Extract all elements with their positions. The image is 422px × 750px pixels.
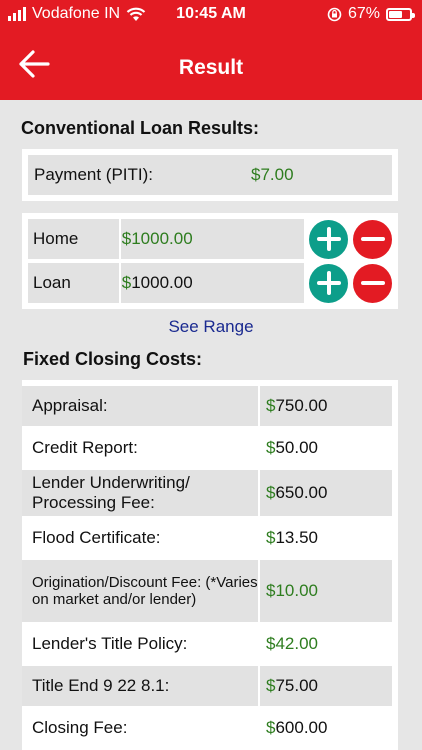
home-value-field: $1000.00 <box>120 219 305 259</box>
cost-row-lender-underwriting: Lender Underwriting/ Processing Fee: $65… <box>22 470 398 516</box>
cost-row-lender-title-policy: Lender's Title Policy: $42.00 <box>22 624 398 664</box>
plus-icon <box>316 271 341 295</box>
battery-icon <box>386 7 415 21</box>
dollar-sign: $ <box>266 528 276 547</box>
cost-row-closing-fee: Closing Fee: $600.00 <box>22 708 398 748</box>
loan-adjuster-row: Loan $1000.00 <box>28 263 392 303</box>
cost-amount: 42.00 <box>275 634 319 653</box>
dollar-sign: $ <box>121 229 132 248</box>
dollar-sign: $ <box>266 438 276 457</box>
cost-row-credit-report: Credit Report: $50.00 <box>22 428 398 468</box>
results-title: Conventional Loan Results: <box>21 118 260 138</box>
dollar-sign: $ <box>266 396 276 415</box>
see-range-link[interactable]: See Range <box>0 317 422 337</box>
cost-amount: 650.00 <box>275 483 328 502</box>
dollar-sign: $ <box>266 676 276 695</box>
dollar-sign: $ <box>266 483 276 502</box>
payment-row: Payment (PITI): $7.00 <box>28 155 392 195</box>
cost-amount: 13.50 <box>275 528 319 547</box>
payment-label: Payment (PITI): <box>34 165 154 184</box>
home-adjuster-row: Home $1000.00 <box>28 219 392 259</box>
battery-percent: 67% <box>347 5 380 22</box>
cost-value: $600.00 <box>260 708 392 748</box>
cost-row-flood-certificate: Flood Certificate: $13.50 <box>22 518 398 558</box>
cost-amount: 75.00 <box>275 676 319 695</box>
cost-value: $650.00 <box>260 470 392 516</box>
fixed-costs-card: Appraisal: $750.00 Credit Report: $50.00… <box>22 380 398 750</box>
cost-value: $75.00 <box>260 666 392 706</box>
home-label: Home <box>28 219 119 259</box>
minus-icon <box>360 281 385 285</box>
status-right: 67% <box>327 5 415 23</box>
cost-amount-full: $42.00 <box>266 634 319 653</box>
cost-amount: 50.00 <box>275 438 319 457</box>
home-value: 1000.00 <box>131 229 193 248</box>
cost-row-title-end: Title End 9 22 8.1: $75.00 <box>22 666 398 706</box>
cost-amount: 750.00 <box>275 396 328 415</box>
cost-label: Closing Fee: <box>32 718 128 738</box>
status-bar: Vodafone IN 10:45 AM 67% <box>0 0 422 30</box>
cost-value: $42.00 <box>260 624 392 664</box>
cost-value: $750.00 <box>260 386 392 426</box>
loan-value: 1000.00 <box>131 273 193 292</box>
rotation-lock-icon <box>327 7 342 21</box>
cost-value: $50.00 <box>260 428 392 468</box>
cost-amount-full: $10.00 <box>266 581 319 600</box>
fixed-costs-title: Fixed Closing Costs: <box>23 349 203 369</box>
nav-bar: Result <box>0 30 422 100</box>
cost-value: $13.50 <box>260 518 392 558</box>
minus-icon <box>360 237 385 241</box>
dollar-sign: $ <box>266 718 276 737</box>
page-title: Result <box>178 56 244 79</box>
cost-row-origination-fee: Origination/Discount Fee: (*Varies on ma… <box>22 560 398 622</box>
cost-label: Lender Underwriting/ Processing Fee: <box>22 470 258 516</box>
loan-label: Loan <box>28 263 119 303</box>
loan-decrease-button[interactable] <box>353 263 392 303</box>
payment-card: Payment (PITI): $7.00 <box>22 149 398 201</box>
cost-value: $10.00 <box>260 560 392 622</box>
cost-amount: 600.00 <box>275 718 328 737</box>
loan-value-field: $1000.00 <box>120 263 305 303</box>
cost-label: Lender's Title Policy: <box>32 634 188 654</box>
cost-row-appraisal: Appraisal: $750.00 <box>22 386 398 426</box>
adjuster-card: Home $1000.00 Loan $1000.00 <box>22 213 398 309</box>
home-increase-button[interactable] <box>309 219 349 259</box>
cost-label: Title End 9 22 8.1: <box>22 666 258 706</box>
cost-label: Flood Certificate: <box>32 528 161 548</box>
cost-label: Appraisal: <box>22 386 258 426</box>
cost-label: Credit Report: <box>32 438 138 458</box>
home-decrease-button[interactable] <box>353 219 392 259</box>
plus-icon <box>316 227 341 251</box>
battery-fill <box>389 10 403 18</box>
cost-label: Origination/Discount Fee: (*Varies on ma… <box>22 560 258 622</box>
payment-value: $7.00 <box>251 165 294 184</box>
loan-increase-button[interactable] <box>309 263 349 303</box>
cost-amount: 10.00 <box>275 581 319 600</box>
dollar-sign: $ <box>121 273 132 292</box>
